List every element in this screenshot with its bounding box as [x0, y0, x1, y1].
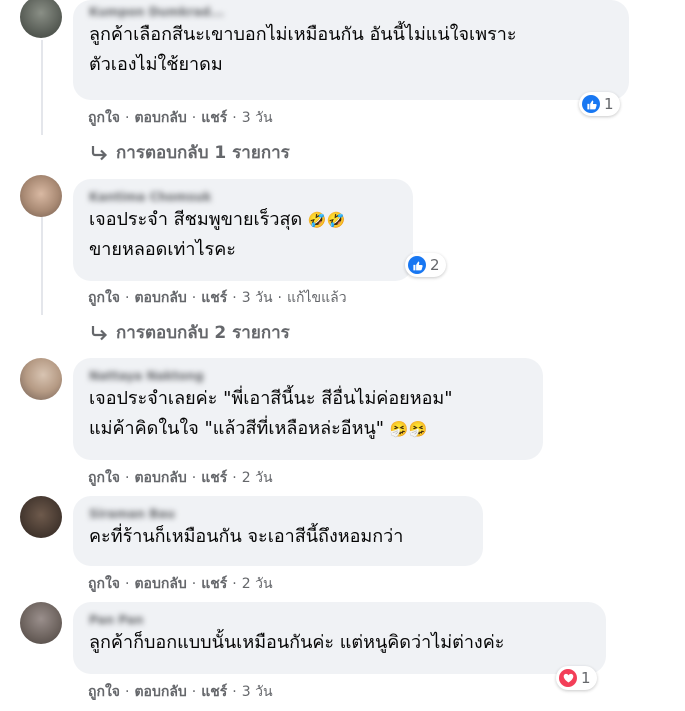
- reaction-summary[interactable]: 1: [556, 666, 597, 690]
- avatar[interactable]: [20, 175, 62, 217]
- comment-actions: ถูกใจ · ตอบกลับ · แชร์ · 3 วัน: [88, 681, 273, 703]
- comment-text: เจอประจำเลยค่ะ "พี่เอาสีนี้นะ สีอื่นไม่ค…: [89, 388, 453, 439]
- timestamp[interactable]: 3 วัน: [242, 107, 273, 129]
- reply-link[interactable]: ตอบกลับ: [134, 287, 186, 309]
- like-link[interactable]: ถูกใจ: [88, 681, 120, 703]
- comment-actions: ถูกใจ · ตอบกลับ · แชร์ · 2 วัน: [88, 467, 273, 489]
- comment-bubble: Kantima Chomsuk เจอประจำ สีชมพูขายเร็วสุ…: [73, 179, 413, 281]
- comment-text: เจอประจำ สีชมพูขายเร็วสุด 🤣🤣 ขายหลอดเท่าไ…: [89, 209, 346, 260]
- timestamp[interactable]: 2 วัน: [242, 467, 273, 489]
- like-link[interactable]: ถูกใจ: [88, 107, 120, 129]
- thread-line: [41, 40, 43, 135]
- reply-link[interactable]: ตอบกลับ: [134, 573, 186, 595]
- timestamp[interactable]: 2 วัน: [242, 573, 273, 595]
- view-replies-link[interactable]: การตอบกลับ 1 รายการ: [90, 139, 290, 166]
- edited-label: แก้ไขแล้ว: [287, 290, 347, 306]
- reaction-summary[interactable]: 1: [579, 92, 620, 116]
- thread-line: [41, 215, 43, 315]
- reply-link[interactable]: ตอบกลับ: [134, 467, 186, 489]
- comment-bubble: Nattaya Naktong เจอประจำเลยค่ะ "พี่เอาสี…: [73, 358, 543, 460]
- view-replies-link[interactable]: การตอบกลับ 2 รายการ: [90, 319, 290, 346]
- avatar[interactable]: [20, 358, 62, 400]
- rofl-emoji-icon: 🤣🤣: [307, 211, 346, 229]
- timestamp[interactable]: 3 วัน: [242, 287, 273, 309]
- comment-author[interactable]: Pan Pan: [89, 612, 592, 628]
- like-icon: [408, 256, 426, 274]
- timestamp[interactable]: 3 วัน: [242, 681, 273, 703]
- like-link[interactable]: ถูกใจ: [88, 467, 120, 489]
- like-link[interactable]: ถูกใจ: [88, 287, 120, 309]
- share-link[interactable]: แชร์: [201, 287, 227, 309]
- comment-bubble: Siraman Bau คะที่ร้านก็เหมือนกัน จะเอาสี…: [73, 496, 483, 566]
- share-link[interactable]: แชร์: [201, 467, 227, 489]
- comment-text: ลูกค้าก็บอกแบบนั้นเหมือนกันค่ะ แต่หนูคิด…: [89, 632, 505, 653]
- reply-arrow-icon: [90, 145, 108, 161]
- sneezing-emoji-icon: 🤧🤧: [389, 420, 428, 438]
- share-link[interactable]: แชร์: [201, 573, 227, 595]
- comment-actions: ถูกใจ · ตอบกลับ · แชร์ · 2 วัน: [88, 573, 273, 595]
- comment-author[interactable]: Kumpon Dumkrad...: [89, 4, 615, 20]
- avatar[interactable]: [20, 0, 62, 38]
- comment-bubble: Kumpon Dumkrad... ลูกค้าเลือกสีนะเขาบอกไ…: [73, 0, 629, 100]
- comment-author[interactable]: Kantima Chomsuk: [89, 189, 399, 205]
- comment-text: ลูกค้าเลือกสีนะเขาบอกไม่เหมือนกัน อันนี้…: [89, 24, 517, 75]
- avatar[interactable]: [20, 496, 62, 538]
- like-icon: [582, 95, 600, 113]
- comment-author[interactable]: Nattaya Naktong: [89, 368, 529, 384]
- avatar[interactable]: [20, 602, 62, 644]
- comment-actions: ถูกใจ · ตอบกลับ · แชร์ · 3 วัน · แก้ไขแล…: [88, 287, 347, 309]
- comment-text: คะที่ร้านก็เหมือนกัน จะเอาสีนี้ถึงหอมกว่…: [89, 526, 404, 547]
- reply-arrow-icon: [90, 325, 108, 341]
- comment-author[interactable]: Siraman Bau: [89, 506, 469, 522]
- reaction-summary[interactable]: 2: [405, 253, 446, 277]
- comment-actions: ถูกใจ · ตอบกลับ · แชร์ · 3 วัน: [88, 107, 273, 129]
- heart-icon: [559, 669, 577, 687]
- comment-bubble: Pan Pan ลูกค้าก็บอกแบบนั้นเหมือนกันค่ะ แ…: [73, 602, 606, 674]
- share-link[interactable]: แชร์: [201, 107, 227, 129]
- reply-link[interactable]: ตอบกลับ: [134, 107, 186, 129]
- share-link[interactable]: แชร์: [201, 681, 227, 703]
- reply-link[interactable]: ตอบกลับ: [134, 681, 186, 703]
- like-link[interactable]: ถูกใจ: [88, 573, 120, 595]
